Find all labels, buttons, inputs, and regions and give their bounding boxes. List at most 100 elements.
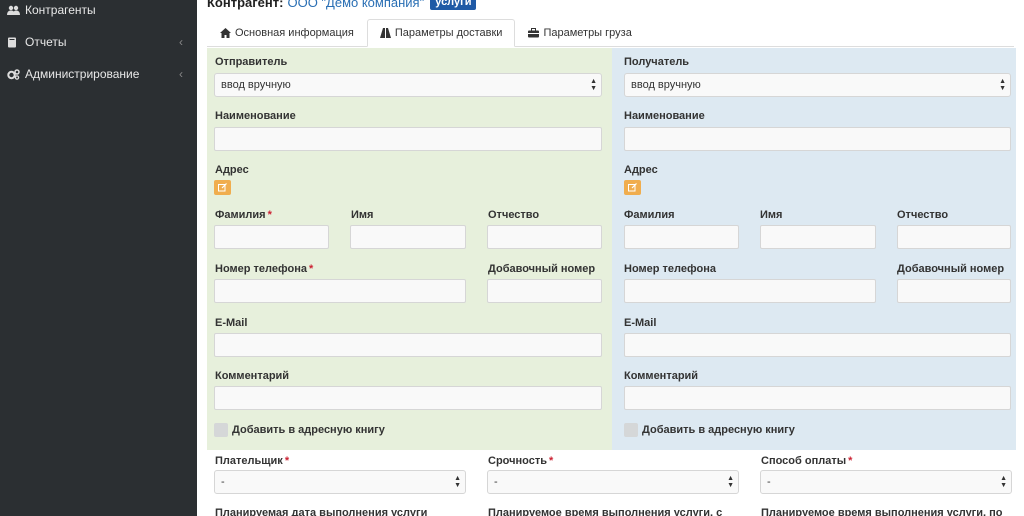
sender-address-label: Адрес	[215, 164, 249, 176]
payment-method-select[interactable]: - ▲ ▼	[760, 470, 1012, 494]
payer-select[interactable]: - ▲ ▼	[214, 470, 466, 494]
service-date-label: Планируемая дата выполнения услуги	[215, 507, 428, 516]
sender-name-label: Наименование	[215, 110, 296, 122]
recipient-patronymic-input[interactable]	[897, 225, 1011, 249]
select-arrows-icon: ▲ ▼	[999, 78, 1006, 92]
tab-label: Параметры доставки	[394, 27, 503, 39]
sidebar-item-label: Контрагенты	[25, 3, 96, 17]
recipient-phone-input[interactable]	[624, 279, 876, 303]
sender-email-input[interactable]	[214, 333, 602, 357]
recipient-panel: Получатель ввод вручную ▲ ▼ Наименование …	[612, 48, 1016, 450]
select-arrows-icon: ▲ ▼	[590, 78, 597, 92]
required-mark: *	[284, 455, 290, 467]
select-value: ввод вручную	[221, 79, 291, 91]
road-icon	[379, 28, 391, 38]
briefcase-icon	[528, 28, 540, 38]
sender-lastname-input[interactable]	[214, 225, 329, 249]
payment-method-label: Способ оплаты *	[761, 455, 852, 467]
sender-comment-input[interactable]	[214, 386, 602, 410]
sender-ext-label: Добавочный номер	[488, 263, 596, 275]
sidebar-item-administration[interactable]: Администрирование ‹	[0, 58, 197, 90]
sender-firstname-label: Имя	[351, 209, 374, 221]
service-time-from-label: Планируемое время выполнения услуги, с	[488, 507, 723, 516]
sender-panel: Отправитель ввод вручную ▲ ▼ Наименование…	[207, 48, 612, 450]
sender-patronymic-label: Отчество	[488, 209, 540, 221]
sender-addressbook-checkbox[interactable]	[214, 423, 228, 437]
label-text: Фамилия	[215, 209, 266, 221]
recipient-ext-input[interactable]	[897, 279, 1011, 303]
recipient-patronymic-label: Отчество	[897, 209, 949, 221]
sender-ext-input[interactable]	[487, 279, 602, 303]
recipient-name-label: Наименование	[624, 110, 705, 122]
select-arrows-icon: ▲ ▼	[727, 475, 734, 489]
recipient-comment-label: Комментарий	[624, 370, 699, 382]
sender-addressbook-label: Добавить в адресную книгу	[232, 424, 385, 436]
select-value: -	[221, 476, 225, 488]
sender-email-label: E-Mail	[215, 317, 248, 329]
recipient-ext-label: Добавочный номер	[897, 263, 1005, 275]
recipient-lastname-input[interactable]	[624, 225, 739, 249]
recipient-addressbook-checkbox[interactable]	[624, 423, 638, 437]
label-text: Номер телефона	[215, 263, 307, 275]
sender-lastname-label: Фамилия *	[215, 209, 272, 221]
recipient-firstname-label: Имя	[760, 209, 783, 221]
required-mark: *	[267, 209, 272, 221]
urgency-select[interactable]: - ▲ ▼	[487, 470, 739, 494]
required-mark: *	[548, 455, 554, 467]
main-content: Контрагент: ООО "Демо компания" услуги О…	[197, 0, 1024, 516]
sender-phone-input[interactable]	[214, 279, 466, 303]
edit-icon	[628, 183, 637, 192]
users-icon	[7, 5, 21, 16]
recipient-address-edit-button[interactable]	[624, 180, 641, 195]
sender-phone-label: Номер телефона *	[215, 263, 313, 275]
label-text: Срочность	[488, 455, 547, 467]
tab-label: Параметры груза	[543, 27, 632, 39]
home-icon	[220, 28, 231, 38]
required-mark: *	[848, 455, 853, 467]
tab-cargo-params[interactable]: Параметры груза	[515, 19, 644, 47]
select-value: -	[494, 476, 498, 488]
tab-delivery-params[interactable]: Параметры доставки	[366, 19, 516, 47]
sender-mode-select[interactable]: ввод вручную ▲ ▼	[214, 73, 602, 97]
label-text: Плательщик	[215, 455, 283, 467]
cogs-icon	[7, 68, 21, 80]
sender-address-edit-button[interactable]	[214, 180, 231, 195]
tab-main-info[interactable]: Основная информация	[207, 19, 367, 47]
chevron-left-icon: ‹	[179, 67, 183, 81]
recipient-title: Получатель	[624, 56, 690, 68]
chevron-left-icon: ‹	[179, 35, 183, 49]
label-text: Способ оплаты	[761, 455, 847, 467]
recipient-email-label: E-Mail	[624, 317, 657, 329]
recipient-lastname-label: Фамилия	[624, 209, 675, 221]
urgency-label: Срочность *	[488, 455, 553, 467]
sender-patronymic-input[interactable]	[487, 225, 602, 249]
service-time-to-label: Планируемое время выполнения услуги, по	[761, 507, 1003, 516]
sidebar-item-reports[interactable]: Отчеты ‹	[0, 26, 197, 58]
recipient-address-label: Адрес	[624, 164, 658, 176]
select-value: -	[767, 476, 771, 488]
sender-name-input[interactable]	[214, 127, 602, 151]
payer-label: Плательщик *	[215, 455, 289, 467]
service-badge: услуги	[430, 0, 477, 10]
recipient-mode-select[interactable]: ввод вручную ▲ ▼	[624, 73, 1011, 97]
sender-firstname-input[interactable]	[350, 225, 466, 249]
sidebar-item-label: Администрирование	[25, 67, 140, 81]
select-arrows-icon: ▲ ▼	[454, 475, 461, 489]
recipient-email-input[interactable]	[624, 333, 1011, 357]
tab-label: Основная информация	[235, 27, 354, 39]
recipient-firstname-input[interactable]	[760, 225, 876, 249]
sidebar-item-counterparties[interactable]: Контрагенты	[0, 0, 197, 26]
sender-title: Отправитель	[215, 56, 288, 68]
counterparty-name[interactable]: ООО "Демо компания"	[287, 0, 424, 10]
edit-icon	[218, 183, 227, 192]
recipient-comment-input[interactable]	[624, 386, 1011, 410]
select-value: ввод вручную	[631, 79, 701, 91]
counterparty-label: Контрагент:	[207, 0, 284, 10]
page-header: Контрагент: ООО "Демо компания" услуги	[207, 0, 477, 11]
select-arrows-icon: ▲ ▼	[1000, 475, 1007, 489]
required-mark: *	[308, 263, 314, 275]
recipient-phone-label: Номер телефона	[624, 263, 716, 275]
recipient-addressbook-label: Добавить в адресную книгу	[642, 424, 795, 436]
sender-comment-label: Комментарий	[215, 370, 290, 382]
recipient-name-input[interactable]	[624, 127, 1011, 151]
